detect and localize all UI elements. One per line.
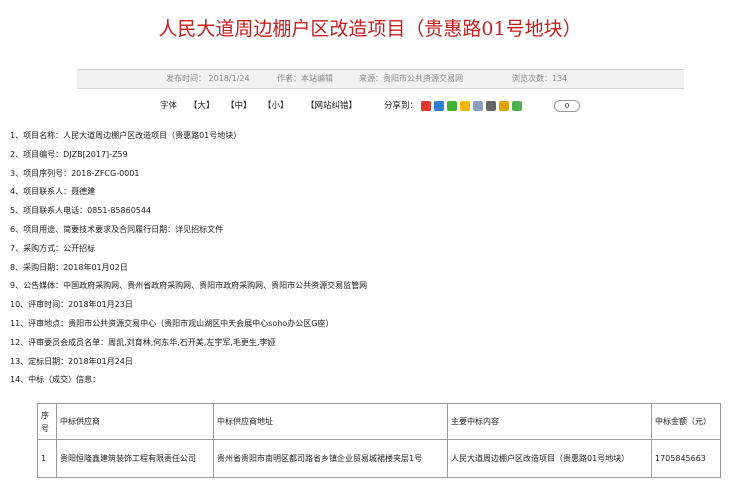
info-item: 4、项目联系人：聂德建 xyxy=(10,187,96,197)
award-table: 序号 中标供应商 中标供应商地址 主要中标内容 中标金额（元） 1 贵阳恒隆鑫建筑装饰工程有… xyxy=(37,403,721,478)
info-item: 6、项目用途、简要技术要求及合同履行日期：详见招标文件 xyxy=(10,225,224,234)
article-toolbar: 字体 【大】 【中】 【小】 【网站纠错】 分享到： 0 xyxy=(0,98,740,114)
info-item: 11、评审地点：贵阳市公共资源交易中心（贵阳市观山湖区中天会展中心soho办公区… xyxy=(10,319,334,328)
share-label: 分享到： xyxy=(384,101,419,111)
page-title: 人民大道周边棚户区改造项目（贵惠路01号地块） xyxy=(158,18,582,40)
info-item: 5、项目联系人电话：0851-85860544 xyxy=(10,206,152,216)
table-cell: 贵州省贵阳市南明区都司路省乡镇企业贸易城裙楼夹层1号 xyxy=(213,439,448,478)
table-cell: 1705845663 xyxy=(651,439,721,478)
table-header-cell: 中标供应商地址 xyxy=(213,403,448,440)
table-cell: 贵阳恒隆鑫建筑装饰工程有限责任公司 xyxy=(56,439,214,478)
info-item: 1、项目名称：人民大道周边棚户区改造项目（贵惠路01号地块） xyxy=(10,131,242,140)
qzone-icon[interactable] xyxy=(434,101,444,111)
more-plus-icon[interactable] xyxy=(512,101,522,111)
table-header-cell: 中标供应商 xyxy=(56,403,214,440)
table-header-cell: 主要中标内容 xyxy=(447,403,652,440)
copy-icon[interactable] xyxy=(473,101,483,111)
email-icon[interactable] xyxy=(499,101,509,111)
table-cell: 人民大道周边棚户区改造项目（贵惠路01号地块） xyxy=(447,439,652,478)
info-item: 3、项目序列号：2018-ZFCG-0001 xyxy=(10,168,140,178)
print-icon[interactable] xyxy=(486,101,496,111)
wechat-icon[interactable] xyxy=(447,101,457,111)
article-meta-bar: 发布时间： 2018/1/24 作者：本站编辑 来源：贵阳市公共资源交易网 浏览… xyxy=(77,69,684,89)
table-header-row: 序号 中标供应商 中标供应商地址 主要中标内容 中标金额（元） xyxy=(37,403,721,440)
view-count: 浏览次数：134 xyxy=(512,74,568,83)
info-item: 2、项目编号：DJZB[2017]-Z59 xyxy=(10,149,128,159)
info-item: 9、公告媒体：中国政府采购网、贵州省政府采购网、贵阳市政府采购网、贵阳市公共资源… xyxy=(10,281,368,291)
site-correction-link[interactable]: 【网站纠错】 xyxy=(306,98,357,114)
share-count: 0 xyxy=(554,100,580,112)
info-item: 12、评审委员会成员名单：周凯,刘育林,何东华,石开美,左宇军,毛更生,李娅 xyxy=(10,337,276,347)
info-item: 7、采购方式：公开招标 xyxy=(10,243,96,253)
font-size-label: 字体 xyxy=(160,101,178,111)
favorite-star-icon[interactable] xyxy=(460,101,470,111)
font-size-medium-button[interactable]: 【中】 xyxy=(226,98,252,114)
sina-weibo-icon[interactable] xyxy=(421,101,431,111)
publish-time: 发布时间： 2018/1/24 xyxy=(166,74,250,83)
table-cell: 1 xyxy=(37,439,57,478)
font-size-small-button[interactable]: 【小】 xyxy=(263,98,289,114)
table-header-cell: 中标金额（元） xyxy=(651,403,721,440)
table-header-cell: 序号 xyxy=(37,403,57,440)
info-item: 8、采购日期：2018年01月02日 xyxy=(10,262,128,272)
info-item: 13、定标日期：2018年01月24日 xyxy=(10,356,133,366)
table-row: 1 贵阳恒隆鑫建筑装饰工程有限责任公司 贵州省贵阳市南明区都司路省乡镇企业贸易城裙楼… xyxy=(37,439,721,478)
info-item: 10、评审时间：2018年01月23日 xyxy=(10,300,133,310)
font-size-large-button[interactable]: 【大】 xyxy=(189,98,215,114)
author: 作者：本站编辑 xyxy=(277,74,333,83)
source: 来源：贵阳市公共资源交易网 xyxy=(359,74,463,83)
info-item: 14、中标（成交）信息： xyxy=(10,375,101,385)
